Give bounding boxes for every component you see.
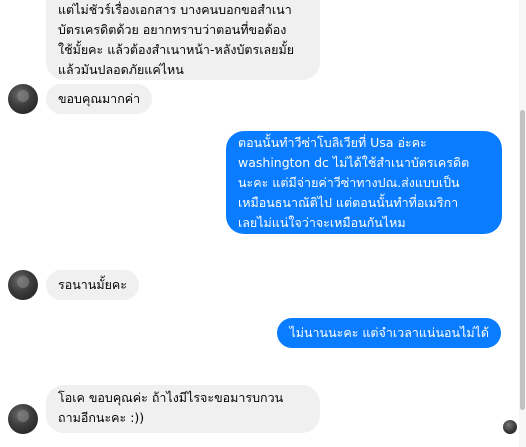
message-bubble-outgoing[interactable]: ตอนนั้นทำวีซ่าโบลิเวียที่ Usa อ่ะคะ wash…: [226, 131, 502, 234]
message-bubble-incoming[interactable]: รอนานมั้ยคะ: [46, 270, 139, 300]
message-bubble-incoming[interactable]: แต่ไม่ชัวร์เรื่องเอกสาร บางคนบอกขอสำเนา …: [46, 0, 320, 80]
chat-thread: แต่ไม่ชัวร์เรื่องเอกสาร บางคนบอกขอสำเนา …: [0, 0, 526, 447]
contact-avatar[interactable]: [8, 84, 38, 114]
message-bubble-incoming[interactable]: ขอบคุณมากค่า: [46, 84, 153, 114]
message-bubble-incoming[interactable]: โอเค ขอบคุณค่ะ ถ้าไงมีไรจะขอมารบกวน ถามอ…: [46, 385, 320, 433]
read-receipt-avatar: [503, 420, 517, 434]
message-bubble-outgoing[interactable]: ไม่นานนะคะ แต่จำเวลาแน่นอนไม่ได้: [277, 318, 501, 348]
contact-avatar[interactable]: [8, 404, 38, 434]
contact-avatar[interactable]: [8, 270, 38, 300]
scrollbar-thumb[interactable]: [520, 110, 525, 410]
